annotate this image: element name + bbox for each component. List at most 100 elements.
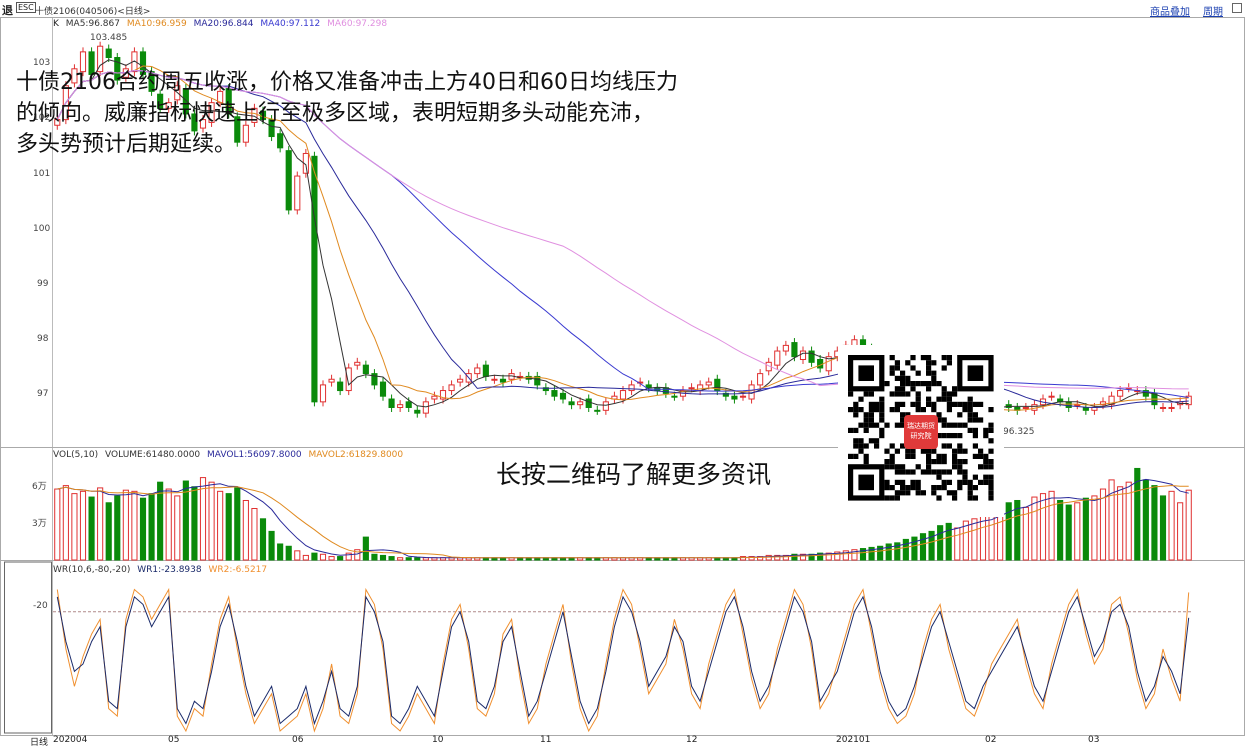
qr-module bbox=[915, 407, 921, 413]
volume-bar bbox=[1159, 495, 1167, 561]
qr-module bbox=[910, 365, 916, 371]
qr-module bbox=[879, 427, 885, 433]
candle-body bbox=[345, 367, 352, 392]
period-label: 日线 bbox=[30, 738, 49, 748]
volume-bar bbox=[1099, 488, 1107, 561]
qr-module bbox=[983, 479, 989, 485]
wr2-line bbox=[56, 587, 1190, 733]
qr-module bbox=[931, 490, 937, 496]
qr-module bbox=[936, 381, 942, 387]
qr-module bbox=[967, 417, 973, 423]
x-tick: 05 bbox=[168, 735, 180, 745]
qr-module bbox=[926, 464, 932, 470]
volume-bar bbox=[1168, 490, 1175, 561]
wr2-label: WR2:-6.5217 bbox=[208, 565, 268, 575]
qr-module bbox=[978, 479, 984, 485]
qr-module bbox=[972, 433, 978, 439]
qr-module bbox=[889, 370, 895, 376]
qr-module bbox=[879, 433, 885, 439]
qr-module bbox=[946, 401, 952, 407]
qr-module bbox=[988, 490, 994, 496]
qr-module bbox=[889, 391, 895, 397]
qr-module bbox=[946, 479, 952, 485]
volume-bar bbox=[902, 538, 909, 561]
candle-body bbox=[791, 342, 798, 358]
qr-module bbox=[962, 401, 968, 407]
ma10-label: MA10:96.959 bbox=[126, 19, 187, 29]
qr-module bbox=[941, 391, 947, 397]
volume-bar bbox=[414, 557, 421, 561]
qr-module bbox=[988, 479, 994, 485]
volume-bar bbox=[1057, 499, 1064, 561]
candle-body bbox=[739, 395, 747, 398]
qr-module bbox=[884, 422, 890, 428]
qr-module bbox=[905, 375, 911, 381]
qr-module bbox=[879, 401, 885, 407]
candle-body bbox=[319, 384, 327, 403]
candle-body bbox=[431, 395, 438, 400]
candle-body bbox=[645, 384, 652, 389]
volume-bar bbox=[371, 553, 378, 561]
qr-module bbox=[905, 360, 911, 366]
qr-code[interactable]: 瑞达期货研究院 bbox=[838, 345, 1004, 517]
qr-module bbox=[972, 427, 978, 433]
qr-module bbox=[978, 401, 984, 407]
x-tick: 12 bbox=[686, 735, 698, 745]
qr-module bbox=[946, 360, 952, 366]
qr-module bbox=[957, 422, 963, 428]
candle-body bbox=[1159, 406, 1167, 409]
x-tick: 202101 bbox=[836, 735, 871, 745]
qr-module bbox=[868, 438, 874, 444]
qr-module bbox=[863, 412, 869, 418]
candle-body bbox=[688, 387, 695, 390]
qr-module bbox=[926, 469, 932, 475]
qr-module bbox=[889, 459, 895, 465]
qr-module bbox=[920, 355, 926, 361]
qr-module bbox=[988, 459, 994, 465]
qr-module bbox=[915, 391, 921, 397]
qr-module bbox=[900, 370, 906, 376]
qr-module bbox=[905, 469, 911, 475]
qr-module bbox=[853, 407, 859, 413]
candle-body bbox=[619, 390, 627, 400]
candle-body bbox=[585, 398, 592, 408]
qr-module bbox=[920, 448, 926, 454]
candle-body bbox=[354, 361, 361, 366]
qr-module bbox=[884, 459, 890, 465]
qr-module bbox=[936, 396, 942, 402]
qr-module bbox=[900, 375, 906, 381]
qr-module bbox=[931, 381, 937, 387]
qr-module bbox=[962, 469, 968, 475]
qr-module bbox=[946, 391, 952, 397]
annotation-line: 十债2106合约周五收涨，价格又准备冲击上方40日和60日均线压力 bbox=[16, 70, 678, 95]
qr-module bbox=[946, 490, 952, 496]
qr-module bbox=[983, 453, 989, 459]
qr-module bbox=[920, 381, 926, 387]
ma5-label: MA5:96.867 bbox=[65, 19, 120, 29]
qr-module bbox=[853, 427, 859, 433]
qr-module bbox=[967, 396, 973, 402]
qr-module bbox=[941, 459, 947, 465]
qr-module bbox=[952, 464, 958, 470]
candle-body bbox=[799, 350, 807, 361]
qr-module bbox=[868, 391, 874, 397]
qr-module bbox=[952, 495, 958, 501]
qr-module bbox=[941, 433, 947, 439]
qr-module bbox=[894, 469, 900, 475]
qr-module bbox=[941, 355, 947, 361]
volume-bar bbox=[1151, 485, 1158, 561]
candle-body bbox=[397, 404, 404, 408]
k-label: K bbox=[53, 19, 59, 29]
volume-bar bbox=[1039, 493, 1047, 561]
qr-module bbox=[941, 469, 947, 475]
volume-bar bbox=[911, 536, 918, 561]
qr-module bbox=[879, 417, 885, 423]
qr-module bbox=[957, 443, 963, 449]
volume-bar bbox=[362, 536, 369, 561]
qr-module bbox=[905, 485, 911, 491]
volume-bar bbox=[225, 493, 232, 561]
qr-module bbox=[983, 464, 989, 470]
volume-bar bbox=[1031, 496, 1038, 561]
qr-module bbox=[983, 474, 989, 480]
qr-module bbox=[972, 495, 978, 501]
